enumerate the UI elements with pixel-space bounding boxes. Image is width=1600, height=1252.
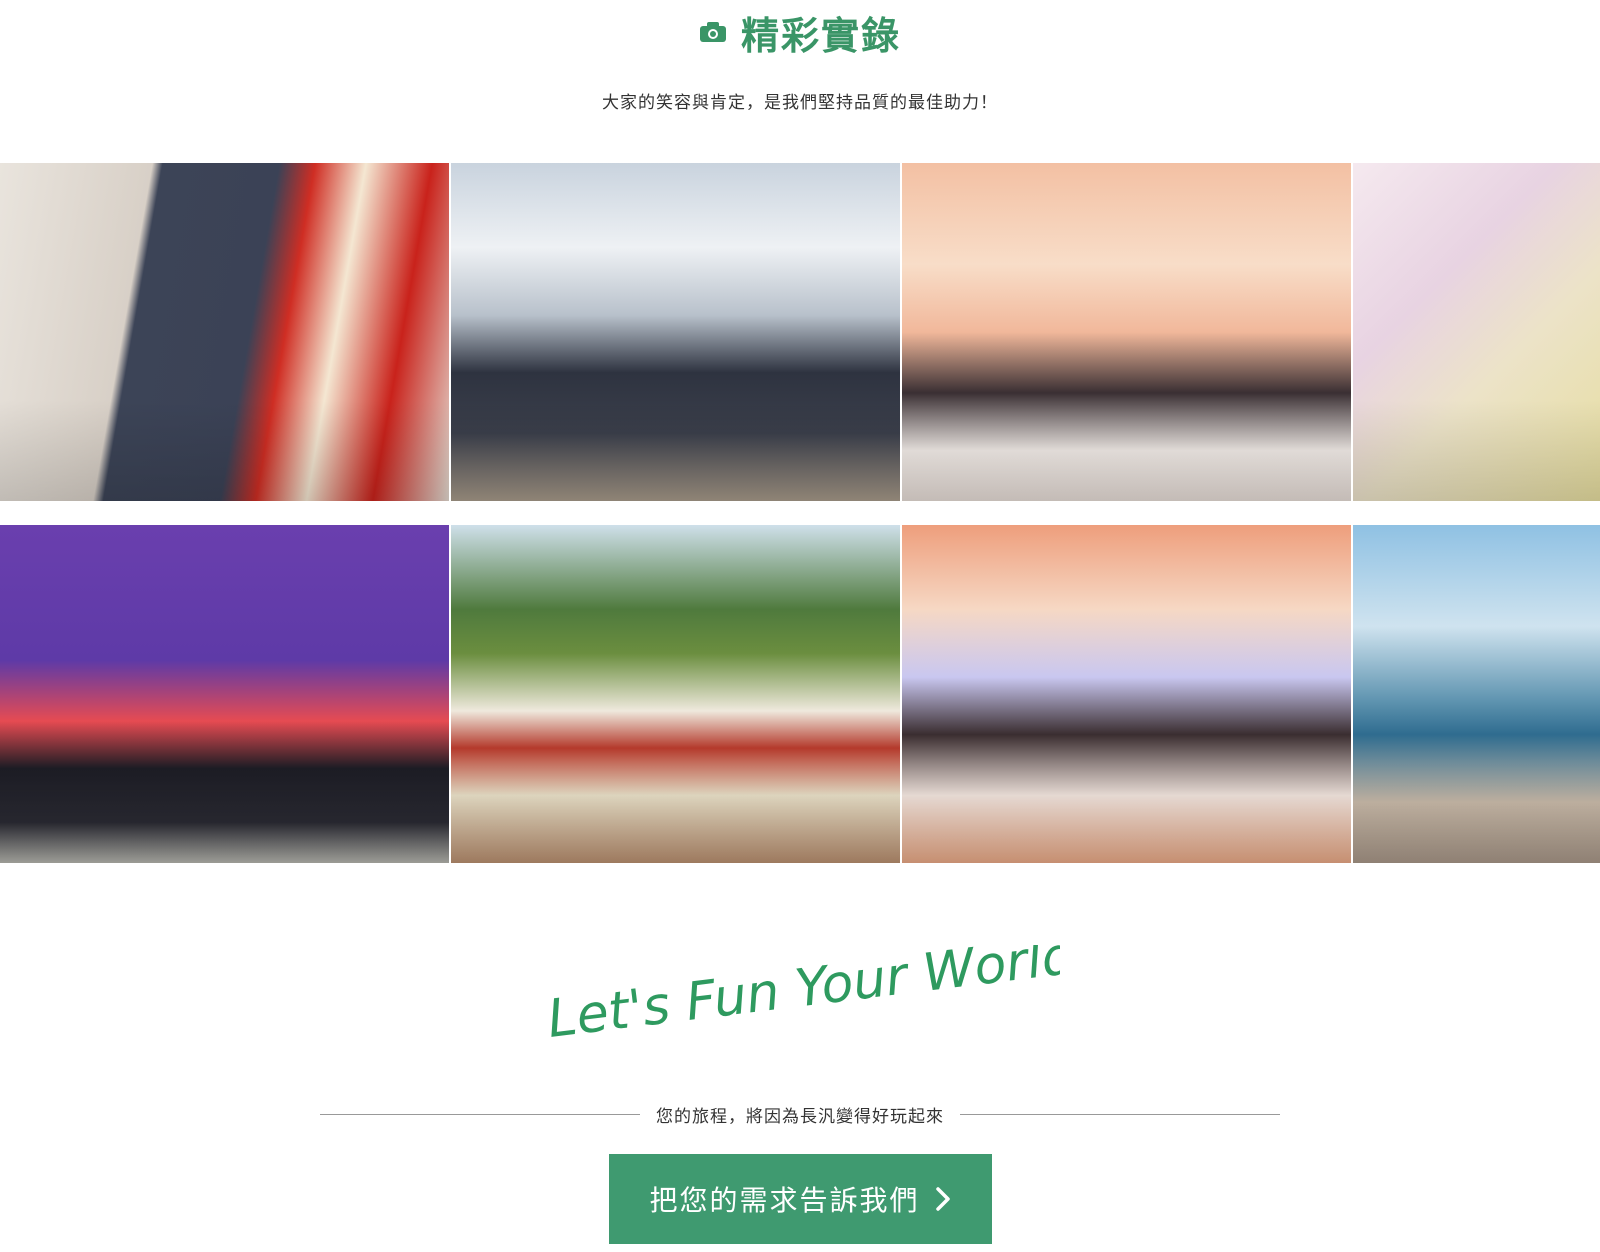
slogan-script: Let's Fun Your World! [540, 923, 1098, 1055]
beach-group-photo[interactable] [1353, 525, 1600, 863]
paris-group-photo[interactable] [451, 163, 900, 501]
contact-us-label: 把您的需求告訴我們 [649, 1184, 920, 1217]
section-title: 精彩實錄 [740, 13, 901, 58]
tagline-row: 您的旅程，將因為長汎變得好玩起來 [320, 1102, 1280, 1127]
section-header: 精彩實錄 [0, 6, 1600, 58]
daruma-painting-photo[interactable] [0, 163, 449, 501]
contact-us-button[interactable]: 把您的需求告訴我們 [609, 1154, 992, 1244]
stage-banquet-photo[interactable] [902, 525, 1351, 863]
tagline-text: 您的旅程，將因為長汎變得好玩起來 [656, 1106, 944, 1127]
camera-icon [699, 22, 726, 42]
photo-gallery [0, 163, 1600, 863]
divider-left [320, 1113, 640, 1115]
divider-right [960, 1113, 1280, 1115]
section-subtitle: 大家的笑容與肯定，是我們堅持品質的最佳助力！ [602, 93, 998, 113]
costume-party-photo[interactable] [451, 525, 900, 863]
gift-detail-photo[interactable] [1353, 163, 1600, 501]
masquerade-group-photo[interactable] [0, 525, 449, 863]
slogan-text: Let's Fun Your World! [544, 945, 1060, 1050]
banquet-hall-photo[interactable] [902, 163, 1351, 501]
chevron-right-icon [935, 1187, 950, 1211]
